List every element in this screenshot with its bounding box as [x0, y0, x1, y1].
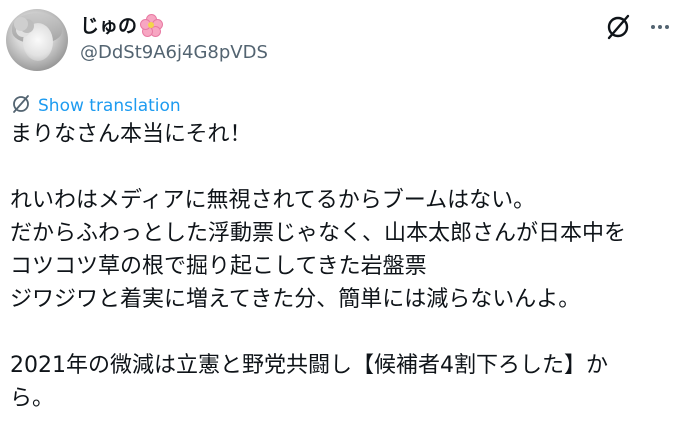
avatar[interactable]	[6, 9, 68, 71]
tweet-line: ら。	[10, 386, 55, 411]
tweet-text: まりなさん本当にそれ！ れいわはメディアに無視されてるからブームはない。 だから…	[10, 118, 680, 415]
tweet-line: だからふわっとした浮動票じゃなく、山本太郎さんが日本中を	[10, 221, 627, 246]
tweet-line: コツコツ草の根で掘り起こしてきた岩盤票	[10, 254, 427, 279]
grok-icon[interactable]	[604, 13, 632, 41]
tweet-line: ジワジワと着実に増えてきた分、簡単には減らないんよ。	[10, 287, 581, 312]
tweet-line: れいわはメディアに無視されてるからブームはない。	[10, 188, 536, 213]
user-handle[interactable]: @DdSt9A6j4G8pVDS	[80, 42, 268, 63]
tweet-line	[10, 151, 680, 184]
translate-icon	[11, 94, 31, 118]
name-row: じゅの	[80, 11, 164, 38]
tweet-actions-top	[604, 13, 674, 41]
cherry-blossom-icon	[140, 13, 164, 37]
display-name[interactable]: じゅの	[80, 11, 137, 38]
tweet-line	[10, 316, 680, 349]
avatar-face	[23, 23, 53, 61]
tweet-line: 2021年の微減は立憲と野党共闘し【候補者4割下ろした】か	[10, 353, 608, 378]
tweet-line: まりなさん本当にそれ！	[10, 122, 252, 147]
more-icon[interactable]	[646, 13, 674, 41]
show-translation-row[interactable]: Show translation	[11, 94, 181, 118]
avatar-flower	[14, 17, 28, 31]
show-translation-link[interactable]: Show translation	[38, 96, 181, 116]
